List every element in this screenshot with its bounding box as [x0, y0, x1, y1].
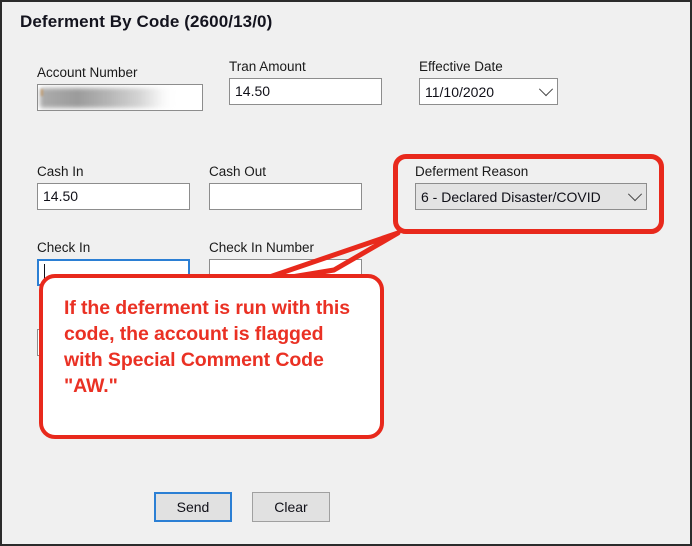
cash-in-label: Cash In: [37, 164, 84, 179]
effective-date-combobox[interactable]: 11/10/2020: [419, 78, 558, 105]
account-number-input[interactable]: [37, 84, 203, 111]
tran-amount-field-group: Tran Amount 14.50: [229, 59, 382, 105]
cash-in-field-group: Cash In 14.50: [37, 164, 190, 210]
chevron-down-icon[interactable]: [535, 81, 557, 100]
tran-amount-input[interactable]: 14.50: [229, 78, 382, 105]
deferment-by-code-window: Deferment By Code (2600/13/0) Account Nu…: [0, 0, 692, 546]
account-number-field-group: Account Number: [37, 65, 203, 111]
cash-out-input[interactable]: [209, 183, 362, 210]
redaction-artifact: [41, 89, 43, 96]
annotation-callout-box: If the deferment is run with this code, …: [39, 274, 384, 439]
send-button[interactable]: Send: [154, 492, 232, 522]
clear-button[interactable]: Clear: [252, 492, 330, 522]
effective-date-value: 11/10/2020: [425, 83, 495, 100]
annotation-callout-text: If the deferment is run with this code, …: [64, 297, 350, 397]
tran-amount-label: Tran Amount: [229, 59, 306, 74]
cash-in-input[interactable]: 14.50: [37, 183, 190, 210]
check-in-number-label: Check In Number: [209, 240, 315, 255]
annotation-highlight-rect: [393, 154, 664, 234]
page-title: Deferment By Code (2600/13/0): [20, 12, 273, 31]
effective-date-label: Effective Date: [419, 59, 503, 74]
cash-out-label: Cash Out: [209, 164, 267, 179]
cash-out-field-group: Cash Out: [209, 164, 362, 210]
account-number-label: Account Number: [37, 65, 138, 80]
effective-date-field-group: Effective Date 11/10/2020: [419, 59, 558, 105]
check-in-label: Check In: [37, 240, 91, 255]
redaction-blur: [40, 88, 174, 108]
